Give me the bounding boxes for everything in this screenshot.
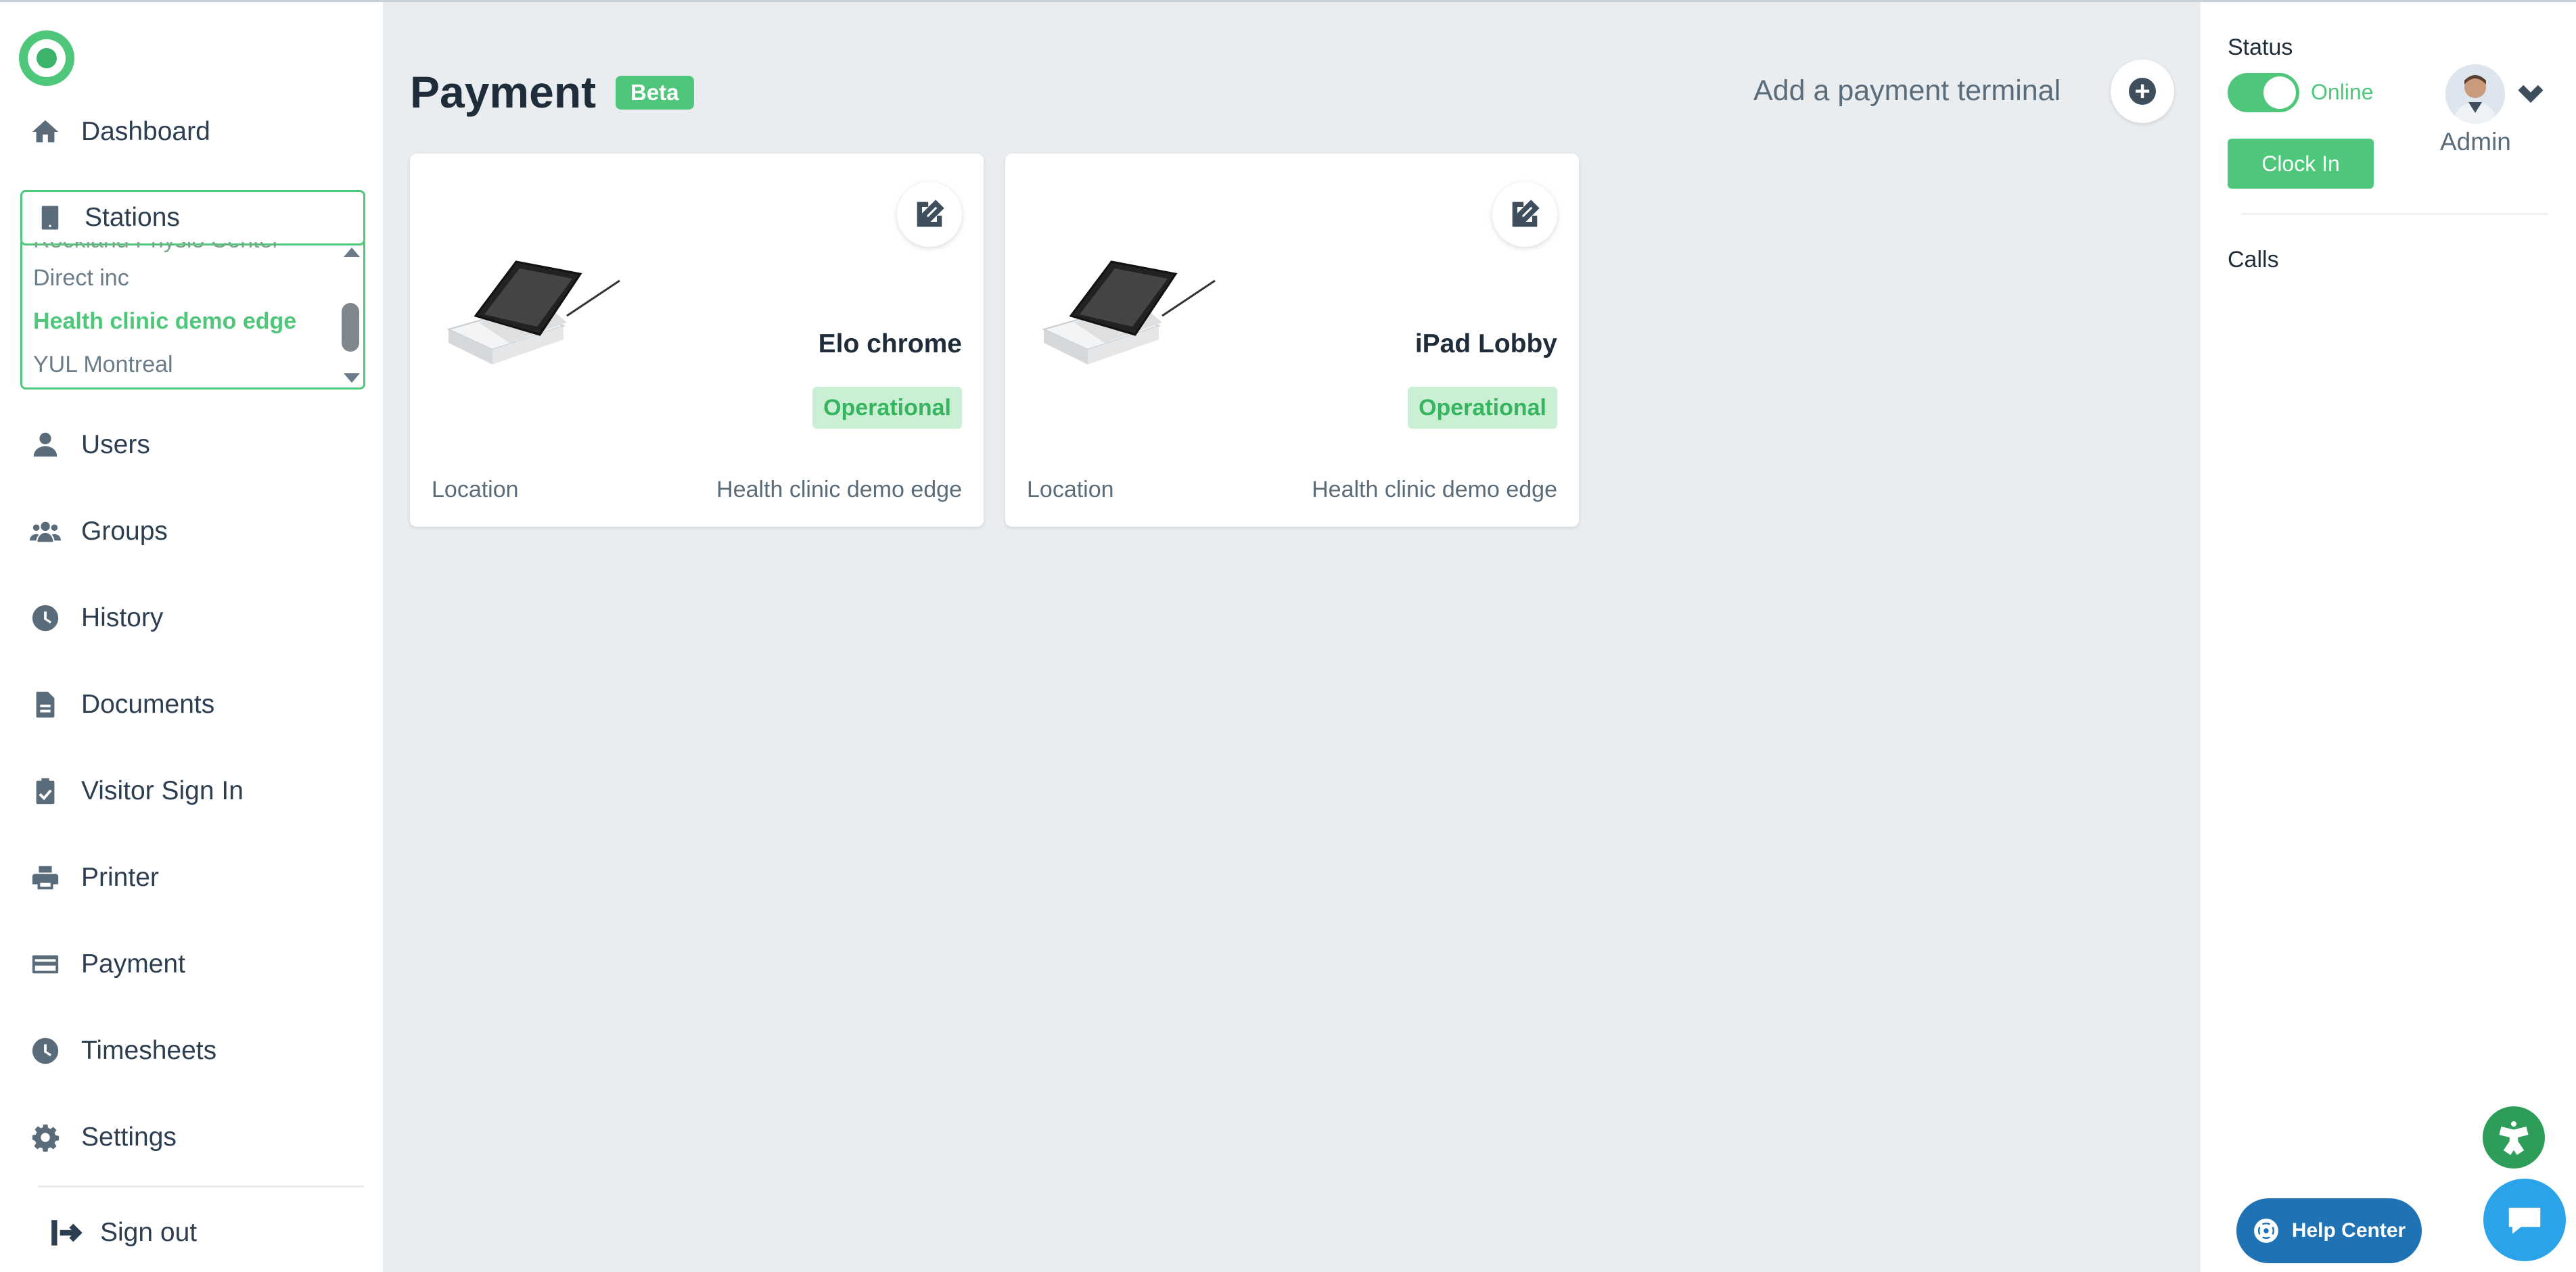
printer-icon xyxy=(32,866,59,890)
clipboard-check-icon xyxy=(36,778,55,805)
user-photo-icon xyxy=(2445,64,2505,124)
calls-heading: Calls xyxy=(2228,247,2279,273)
help-center-label: Help Center xyxy=(2291,1219,2406,1242)
accessibility-icon xyxy=(2499,1121,2529,1155)
sign-out-button[interactable]: Sign out xyxy=(49,1212,197,1253)
edit-terminal-button[interactable] xyxy=(1492,182,1557,247)
nav-groups[interactable]: Groups xyxy=(30,511,168,552)
terminal-name: iPad Lobby xyxy=(1414,329,1557,358)
location-value: Health clinic demo edge xyxy=(1312,477,1557,502)
nav-timesheets[interactable]: Timesheets xyxy=(30,1031,216,1071)
location-label: Location xyxy=(432,477,519,502)
nav-label: Documents xyxy=(81,690,215,719)
terminal-card: Elo chrome Operational Location Health c… xyxy=(410,154,984,527)
panel-divider xyxy=(2241,213,2548,215)
nav-label: Settings xyxy=(81,1123,177,1152)
sign-out-label: Sign out xyxy=(100,1218,198,1247)
nav-settings[interactable]: Settings xyxy=(30,1117,177,1158)
stations-label: Stations xyxy=(85,203,180,232)
scroll-down-arrow-icon[interactable] xyxy=(344,373,360,383)
nav-label: Users xyxy=(81,430,150,459)
dropdown-scrollbar[interactable] xyxy=(342,248,360,383)
help-center-icon xyxy=(2253,1219,2278,1243)
plus-icon: + xyxy=(2129,78,2156,105)
location-value: Health clinic demo edge xyxy=(716,477,962,502)
add-terminal-button[interactable]: + xyxy=(2111,60,2174,123)
nav-label: Payment xyxy=(81,949,185,979)
station-option[interactable]: Direct inc xyxy=(33,265,129,291)
user-icon xyxy=(33,432,58,457)
edit-icon xyxy=(1512,199,1540,227)
station-option[interactable]: YUL Montreal xyxy=(33,352,173,378)
nav-users[interactable]: Users xyxy=(30,425,150,465)
avatar[interactable] xyxy=(2445,64,2505,124)
terminal-card: iPad Lobby Operational Location Health c… xyxy=(1005,154,1579,527)
location-label: Location xyxy=(1027,477,1114,502)
tablet-icon xyxy=(41,206,59,230)
chevron-down-icon[interactable] xyxy=(2516,78,2546,108)
add-terminal-label[interactable]: Add a payment terminal xyxy=(1753,74,2061,108)
top-border xyxy=(0,0,2576,2)
group-icon xyxy=(30,521,61,542)
chat-button[interactable] xyxy=(2483,1179,2566,1261)
nav-label: Visitor Sign In xyxy=(81,776,244,805)
status-label: Status xyxy=(2228,34,2293,60)
home-icon xyxy=(32,120,59,143)
beta-badge: Beta xyxy=(616,76,694,110)
stations-dropdown-list[interactable]: Rockland Physio Center Direct inc Health… xyxy=(20,242,365,390)
nav-label: Groups xyxy=(81,517,168,546)
online-toggle[interactable] xyxy=(2228,73,2299,112)
right-panel: Status Online Clock In Admin Calls xyxy=(2201,2,2576,1272)
chat-icon xyxy=(2508,1207,2541,1234)
status-badge: Operational xyxy=(1408,387,1557,429)
status-badge: Operational xyxy=(812,387,962,429)
station-option[interactable]: Rockland Physio Center xyxy=(33,242,280,254)
nav-label: Timesheets xyxy=(81,1036,217,1065)
nav-label: Printer xyxy=(81,863,159,892)
nav-visitor-sign-in[interactable]: Visitor Sign In xyxy=(30,771,244,811)
document-icon xyxy=(36,691,55,718)
nav-label: History xyxy=(81,603,164,632)
scroll-thumb[interactable] xyxy=(342,303,359,352)
card-reader-image xyxy=(446,260,620,364)
gear-icon xyxy=(32,1124,60,1152)
terminal-name: Elo chrome xyxy=(818,329,962,358)
accessibility-button[interactable] xyxy=(2483,1106,2545,1169)
card-reader-image xyxy=(1042,260,1216,364)
sidebar: Dashboard Stations Rockland Physio Cente… xyxy=(0,2,383,1272)
edit-terminal-button[interactable] xyxy=(897,182,962,247)
help-center-button[interactable]: Help Center xyxy=(2236,1198,2422,1263)
clock-icon xyxy=(32,605,59,632)
online-status-text: Online xyxy=(2311,80,2374,104)
nav-history[interactable]: History xyxy=(30,598,163,638)
stations-select[interactable]: Stations xyxy=(20,190,365,245)
nav-payment[interactable]: Payment xyxy=(30,944,185,985)
user-name: Admin xyxy=(2440,128,2511,156)
nav-printer[interactable]: Printer xyxy=(30,857,159,898)
nav-dashboard[interactable]: Dashboard xyxy=(30,112,210,152)
clock-in-button[interactable]: Clock In xyxy=(2228,139,2374,189)
scroll-up-arrow-icon[interactable] xyxy=(344,248,360,257)
page-title: Payment xyxy=(410,67,597,117)
credit-card-icon xyxy=(32,955,59,974)
nav-documents[interactable]: Documents xyxy=(30,684,214,725)
station-option-selected[interactable]: Health clinic demo edge xyxy=(33,308,296,335)
nav-label: Dashboard xyxy=(81,117,210,146)
sidebar-divider xyxy=(38,1185,364,1187)
sign-out-icon xyxy=(51,1220,83,1246)
clock-icon xyxy=(32,1037,59,1064)
app-logo[interactable] xyxy=(19,30,74,86)
edit-icon xyxy=(917,199,944,227)
